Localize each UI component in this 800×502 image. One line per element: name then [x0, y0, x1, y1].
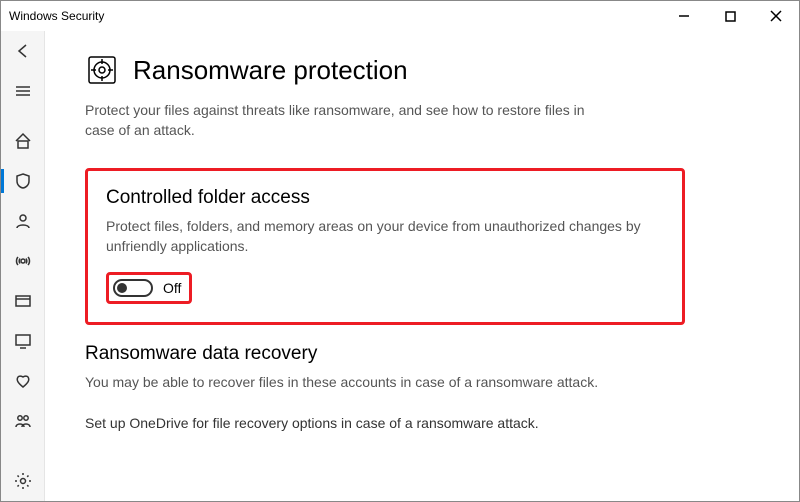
controlled-folder-access-section: Controlled folder access Protect files, … [85, 168, 685, 325]
device-security-icon[interactable] [1, 321, 45, 361]
cfa-description: Protect files, folders, and memory areas… [106, 217, 664, 256]
firewall-icon[interactable] [1, 241, 45, 281]
home-icon[interactable] [1, 121, 45, 161]
cfa-toggle[interactable] [113, 279, 153, 297]
page-title: Ransomware protection [133, 55, 408, 86]
ransomware-data-recovery-section: Ransomware data recovery You may be able… [85, 343, 685, 393]
recovery-description: You may be able to recover files in thes… [85, 373, 685, 393]
toggle-knob [117, 283, 127, 293]
app-control-icon[interactable] [1, 281, 45, 321]
menu-button[interactable] [1, 71, 45, 111]
cfa-heading: Controlled folder access [106, 187, 664, 209]
close-button[interactable] [753, 1, 799, 31]
window-title: Windows Security [9, 9, 104, 23]
health-icon[interactable] [1, 361, 45, 401]
onedrive-text: Set up OneDrive for file recovery option… [85, 415, 685, 431]
content-area: Ransomware protection Protect your files… [45, 31, 799, 501]
recovery-heading: Ransomware data recovery [85, 343, 685, 365]
maximize-button[interactable] [707, 1, 753, 31]
titlebar: Windows Security [1, 1, 799, 31]
back-button[interactable] [1, 31, 45, 71]
minimize-button[interactable] [661, 1, 707, 31]
account-icon[interactable] [1, 201, 45, 241]
cfa-toggle-highlight: Off [106, 272, 192, 304]
page-lead: Protect your files against threats like … [85, 101, 605, 140]
family-icon[interactable] [1, 401, 45, 441]
ransomware-shield-icon [85, 53, 119, 87]
cfa-toggle-label: Off [163, 280, 181, 296]
sidebar [1, 31, 45, 501]
shield-icon[interactable] [1, 161, 45, 201]
settings-icon[interactable] [1, 461, 45, 501]
